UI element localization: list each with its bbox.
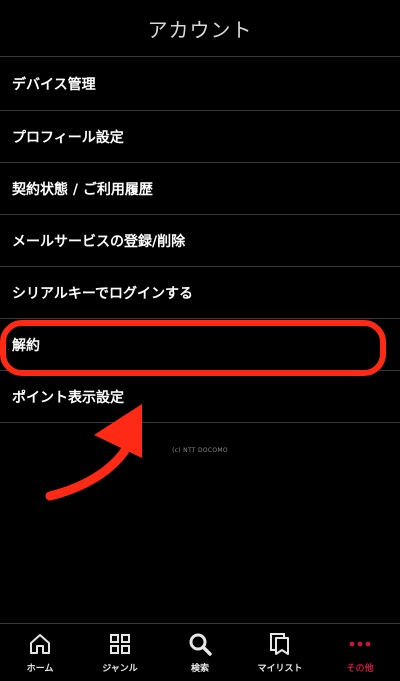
page-title: アカウント <box>147 17 253 42</box>
tab-more[interactable]: その他 <box>320 624 400 681</box>
menu-item-label: プロフィール設定 <box>12 129 124 146</box>
menu-item-cancel-subscription[interactable]: 解約 <box>0 319 400 371</box>
tab-label: その他 <box>346 664 374 674</box>
home-icon <box>30 634 50 654</box>
menu-item-label: メールサービスの登録/削除 <box>12 233 186 250</box>
menu-item-label: 解約 <box>12 337 40 354</box>
tab-label: ジャンル <box>102 664 138 674</box>
mylist-icon <box>270 633 289 655</box>
more-dots-icon <box>349 641 371 647</box>
tab-label: マイリスト <box>257 664 303 674</box>
copyright-text: (c) NTT DOCOMO <box>172 447 228 454</box>
menu-item-device-management[interactable]: デバイス管理 <box>0 57 400 111</box>
tab-search[interactable]: 検索 <box>160 624 240 681</box>
tab-mylist[interactable]: マイリスト <box>240 624 320 681</box>
tab-genre[interactable]: ジャンル <box>80 624 160 681</box>
account-menu: デバイス管理 プロフィール設定 契約状態 / ご利用履歴 メールサービスの登録/… <box>0 57 400 423</box>
menu-item-label: ポイント表示設定 <box>12 389 124 406</box>
tab-home[interactable]: ホーム <box>0 624 80 681</box>
menu-item-serial-key-login[interactable]: シリアルキーでログインする <box>0 267 400 319</box>
tab-label: 検索 <box>190 664 209 674</box>
menu-item-mail-service[interactable]: メールサービスの登録/削除 <box>0 215 400 267</box>
account-screen: アカウント デバイス管理 プロフィール設定 契約状態 / ご利用履歴 メールサー… <box>0 0 400 681</box>
menu-item-label: シリアルキーでログインする <box>12 285 194 302</box>
bottom-tab-bar: ホーム ジャンル 検索 マイリスト その他 <box>0 623 400 681</box>
header: アカウント <box>0 0 400 57</box>
search-icon <box>189 633 212 656</box>
menu-item-contract-status[interactable]: 契約状態 / ご利用履歴 <box>0 163 400 215</box>
menu-item-label: 契約状態 / ご利用履歴 <box>12 181 153 198</box>
tab-label: ホーム <box>26 664 54 674</box>
menu-item-point-display-settings[interactable]: ポイント表示設定 <box>0 371 400 423</box>
menu-item-profile-settings[interactable]: プロフィール設定 <box>0 111 400 163</box>
grid-icon <box>110 634 130 654</box>
menu-item-label: デバイス管理 <box>12 76 96 93</box>
